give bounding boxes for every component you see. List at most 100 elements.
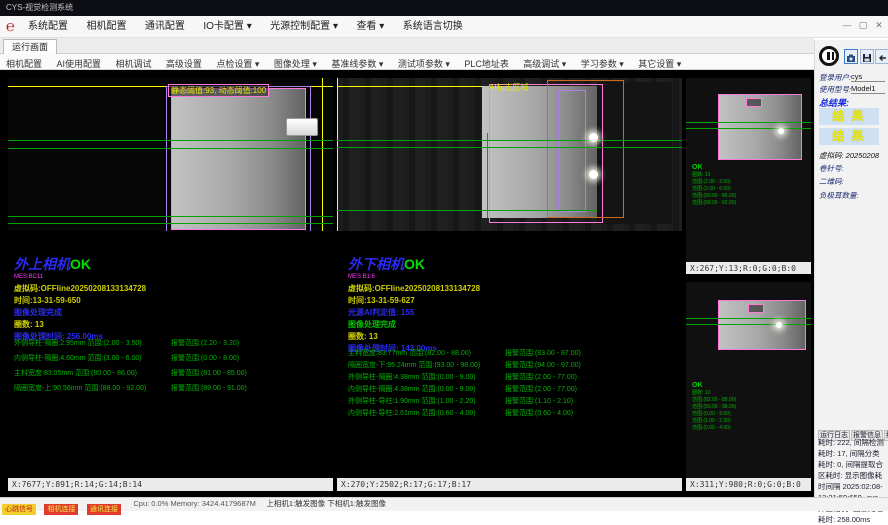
close-button[interactable]: ✕ (872, 20, 886, 31)
measure-line-green (686, 324, 811, 325)
measurement-row: 主料宽度:83.05mm 范围:(80.00 - 86.00)报警范围:(81.… (14, 368, 344, 380)
loop-count: 圈数: 13 (348, 331, 683, 343)
model-label: 使用型号: (819, 84, 851, 95)
mes-line: MES:BC11 (14, 274, 344, 280)
camera-trigger-text: 上相机1:触发图像 下相机1:触发图像 (266, 498, 386, 510)
qr-code-label: 二维码: (819, 176, 844, 187)
measurement-row: 隔圈宽度-下:95.24mm 范围:(93.00 - 98.00)报警范围:(9… (348, 360, 678, 372)
measurement-row: 内侧导柱-导柱:2.61mm 范围:(0.60 - 4.00)报警范围:(0.6… (348, 408, 678, 420)
menu-system-config[interactable]: 系统配置 (28, 16, 68, 38)
camera-view-left[interactable]: 静态阈值:93, 动态阈值:100 (8, 78, 333, 231)
process-done-text: 图像处理完成 (348, 319, 683, 331)
back-arrow-icon (877, 53, 887, 63)
cpu-memory-text: Cpu: 0.0% Memory: 3424.4179687M (133, 498, 256, 510)
menu-bar: ℮ 系统配置 相机配置 通讯配置 IO卡配置 ▾ 光源控制配置 ▾ 查看 ▾ 系… (0, 16, 888, 38)
stats-log-text: 耗时: 222, 间隔检测耗时: 17, 间隔分类耗时: 0, 间隔提取合区耗时… (818, 437, 886, 525)
coords-bar-small-bottom: X:311;Y:980;R:0;G:0;B:0 (686, 478, 811, 491)
heartbeat-badge: 心跳信号 (2, 504, 36, 515)
window-title: CYS-视觉检测系统 (6, 3, 73, 12)
menu-language-switch[interactable]: 系统语言切换 (403, 16, 463, 38)
camera-view-small-top[interactable]: OK 圈数: 13 范围:(2.00 - 3.50) 范围:(3.00 - 6.… (686, 78, 811, 262)
mini-result-text: OK 圈数: 13 范围:(82.00 - 88.00) 范围:(93.00 -… (692, 382, 736, 432)
mes-line: MES:B1:6 (348, 274, 683, 280)
measure-line-green (337, 147, 682, 148)
tab-run-screen[interactable]: 运行画面 (3, 39, 57, 55)
measure-line-green (487, 133, 488, 218)
camera-icon (846, 53, 856, 63)
pause-icon (827, 52, 830, 60)
capture-time: 时间:13-31-59-627 (348, 295, 683, 307)
result-box-2: 结 果 (819, 128, 879, 145)
camera-name: 外上相机 (14, 256, 70, 272)
tool-bar: 相机配置 AI使用配置 相机调试 高级设置 点检设置 ▾ 图像处理 ▾ 基准线参… (0, 54, 814, 70)
camera-view-small-bottom[interactable]: OK 圈数: 13 范围:(82.00 - 88.00) 范围:(93.00 -… (686, 282, 811, 478)
mini-overlay-label (746, 98, 762, 107)
result-block-left: 外上相机OK MES:BC11 虚拟码:OFFline2025020813313… (14, 254, 344, 343)
measurement-row: 外侧导柱-导柱:1.90mm 范围:(1.00 - 2.20)报警范围:(1.1… (348, 396, 678, 408)
measurement-row: 外侧导柱-隔圈:4.38mm 范围:(0.00 - 9.00)报警范围:(2.0… (348, 372, 678, 384)
menu-comm-config[interactable]: 通讯配置 (145, 16, 185, 38)
title-bar: CYS-视觉检测系统 (0, 0, 888, 16)
measure-line-green (686, 122, 811, 123)
status-bar: 心跳信号 相机连接 通讯连接 Cpu: 0.0% Memory: 3424.41… (0, 497, 888, 511)
result-block-center: 外下相机OK MES:B1:6 虚拟码:OFFline2025020813313… (348, 254, 683, 355)
mini-result-text: OK 圈数: 13 范围:(2.00 - 3.50) 范围:(3.00 - 6.… (692, 164, 736, 207)
coords-bar-center: X:270;Y:2502;R:17;G:17;B:17 (337, 478, 682, 491)
save-tool-button[interactable] (860, 49, 874, 64)
measurement-row: 内侧导柱-隔圈:4.60mm 范围:(3.00 - 6.00)报警范围:(0.0… (14, 353, 344, 365)
neg-tab-count-label: 负极耳数量: (819, 190, 859, 201)
virtual-barcode: 虚拟码:OFFline20250208133134728 (14, 283, 344, 295)
measure-line-green (337, 140, 682, 141)
tab-strip: 运行画面 (0, 38, 814, 54)
measure-line-green (337, 210, 597, 211)
measure-line-green (686, 128, 811, 129)
roi-rect-violet (166, 86, 311, 231)
ai-region-overlay-label: AI标志区域 (489, 82, 529, 93)
virtual-barcode: 虚拟码:OFFline20250208133134728 (348, 283, 683, 295)
measurement-row: 主料宽度:83.77mm 范围:(82.00 - 88.00)报警范围:(83.… (348, 348, 678, 360)
measure-line-green (8, 216, 333, 217)
led-highlight (776, 322, 782, 328)
measurement-row: 外侧导柱-隔圈:2.95mm 范围:(2.00 - 3.50)报警范围:(2.2… (14, 338, 344, 350)
virtual-code-line: 虚拟码: 20250208 (819, 150, 879, 161)
threshold-overlay-label: 静态阈值:93, 动态阈值:100 (168, 84, 269, 97)
exit-tool-button[interactable] (875, 49, 888, 64)
measurement-row: 内侧导柱-隔圈:4.38mm 范围:(0.00 - 9.00)报警范围:(2.0… (348, 384, 678, 396)
camera-tool-button[interactable] (844, 49, 858, 64)
user-label: 登录用户: (819, 72, 851, 83)
led-highlight (778, 128, 784, 134)
overlay-yellow-vline (322, 78, 323, 231)
ai-threshold-text: 光源AI判定值: 155 (348, 307, 683, 319)
led-highlight (589, 133, 598, 142)
pause-button[interactable] (819, 46, 839, 66)
camera-status: OK (404, 256, 425, 272)
menu-view[interactable]: 查看 ▾ (356, 16, 384, 38)
maximize-button[interactable]: ▢ (856, 20, 870, 31)
camera-name: 外下相机 (348, 256, 404, 272)
connector-part (286, 118, 318, 136)
overlay-yellow-vline (337, 78, 338, 231)
comm-link-badge: 通讯连接 (87, 504, 121, 515)
disk-icon (862, 53, 872, 63)
coords-bar-left: X:7677;Y:891;R:14;G:14;B:14 (8, 478, 333, 491)
coords-bar-small-top: X:267;Y:13;R:0;G:0;B:0 (686, 262, 811, 274)
pin-number-label: 卷针号: (819, 163, 844, 174)
led-highlight (589, 170, 598, 179)
camera-view-center[interactable]: AI标志区域 (337, 78, 682, 231)
measure-line-green (8, 223, 333, 224)
menu-io-card-config[interactable]: IO卡配置 ▾ (203, 16, 251, 38)
result-box-1: 结 果 (819, 108, 879, 125)
measurement-row: 隔圈宽度-上:90.56mm 范围:(88.00 - 92.00)报警范围:(8… (14, 383, 344, 395)
menu-camera-config[interactable]: 相机配置 (86, 16, 126, 38)
camera-link-badge: 相机连接 (44, 504, 78, 515)
user-value-field[interactable]: cys (851, 72, 885, 82)
loop-count: 圈数: 13 (14, 319, 344, 331)
camera-status: OK (70, 256, 91, 272)
menu-light-control[interactable]: 光源控制配置 ▾ (270, 16, 338, 38)
minimize-button[interactable]: — (840, 20, 854, 30)
measure-line-green (8, 148, 333, 149)
capture-time: 时间:13-31-59-650 (14, 295, 344, 307)
measure-line-green (8, 140, 333, 141)
mini-overlay-label (748, 304, 764, 313)
model-value-field[interactable]: Model1 (851, 84, 885, 94)
